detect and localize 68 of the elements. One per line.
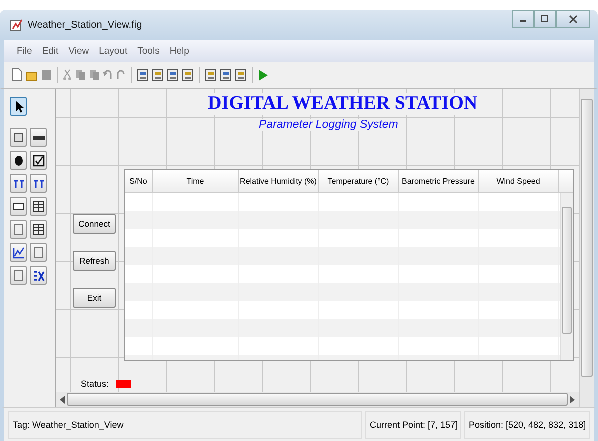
subheading: Parameter Logging System [259, 119, 398, 131]
scroll-left-icon[interactable] [60, 396, 65, 404]
horizontal-scrollbar[interactable] [56, 392, 579, 407]
new-file-icon[interactable] [12, 68, 23, 82]
palette-tool[interactable] [30, 128, 47, 147]
window-title: Weather_Station_View.fig [28, 20, 142, 30]
text-icon [32, 178, 44, 190]
column-header[interactable]: Relative Humidity (%) [239, 170, 319, 192]
close-button[interactable] [556, 10, 590, 28]
menu-item[interactable]: Tools [138, 46, 160, 56]
palette-tool[interactable] [10, 128, 27, 147]
page-icon [32, 246, 44, 258]
menu-item[interactable]: File [17, 46, 32, 56]
pointer-tool[interactable] [10, 97, 27, 116]
palette-tool[interactable] [30, 220, 47, 239]
page-icon [12, 224, 24, 236]
box-icon [12, 200, 24, 212]
figure-icon [10, 18, 24, 32]
status-label: Status: [81, 379, 110, 390]
palette-tool[interactable] [30, 266, 47, 285]
current-point-text: Current Point: [7, 157] [365, 411, 461, 439]
column-header[interactable]: S/No [125, 170, 153, 192]
palette-tool[interactable] [30, 197, 47, 216]
maximize-icon [541, 15, 549, 23]
tag-text: Tag: Weather_Station_View [8, 411, 362, 439]
table-scrollbar[interactable] [560, 193, 573, 360]
vertical-scrollbar[interactable] [579, 89, 594, 407]
close-icon [568, 14, 578, 24]
palette-tool[interactable] [30, 151, 47, 170]
push-button[interactable]: Connect [73, 214, 116, 234]
palette-tool[interactable] [10, 197, 27, 216]
tool-icon[interactable] [182, 68, 194, 82]
pointer-icon [14, 100, 24, 114]
tool-icon[interactable] [152, 68, 164, 82]
tool-icon[interactable] [220, 68, 232, 82]
push-button[interactable]: Exit [73, 288, 116, 308]
menu-item[interactable]: Layout [99, 46, 128, 56]
chart-icon [12, 246, 24, 258]
column-header[interactable]: Barometric Pressure [399, 170, 479, 192]
radio-icon [12, 154, 24, 166]
x-icon [32, 270, 44, 282]
play-icon[interactable] [258, 68, 269, 82]
push-button[interactable]: Refresh [73, 251, 116, 271]
page-icon [12, 270, 24, 282]
text-icon [12, 178, 24, 190]
position-text: Position: [520, 482, 832, 318] [464, 411, 590, 439]
menu-item[interactable]: Edit [42, 46, 59, 56]
column-header[interactable]: Temperature (°C) [319, 170, 399, 192]
palette-tool[interactable] [10, 243, 27, 262]
tool-icon[interactable] [205, 68, 217, 82]
palette-tool[interactable] [30, 174, 47, 193]
grid-icon [32, 224, 44, 236]
menu-item[interactable]: View [68, 46, 90, 56]
tool-icon[interactable] [167, 68, 179, 82]
palette-tool[interactable] [10, 174, 27, 193]
minimize-button[interactable] [512, 10, 534, 28]
palette-tool[interactable] [10, 151, 27, 170]
heading: DIGITAL WEATHER STATION [208, 93, 478, 115]
menu-item[interactable]: Help [170, 46, 190, 56]
column-header[interactable]: Time [153, 170, 239, 192]
grid-icon [32, 200, 44, 212]
tool-icon[interactable] [137, 68, 149, 82]
maximize-button[interactable] [534, 10, 556, 28]
square-icon [12, 132, 24, 144]
tool-icon[interactable] [235, 68, 247, 82]
checkbox-icon [32, 154, 44, 166]
scroll-right-icon[interactable] [570, 396, 575, 404]
column-header[interactable]: Wind Speed [479, 170, 559, 192]
